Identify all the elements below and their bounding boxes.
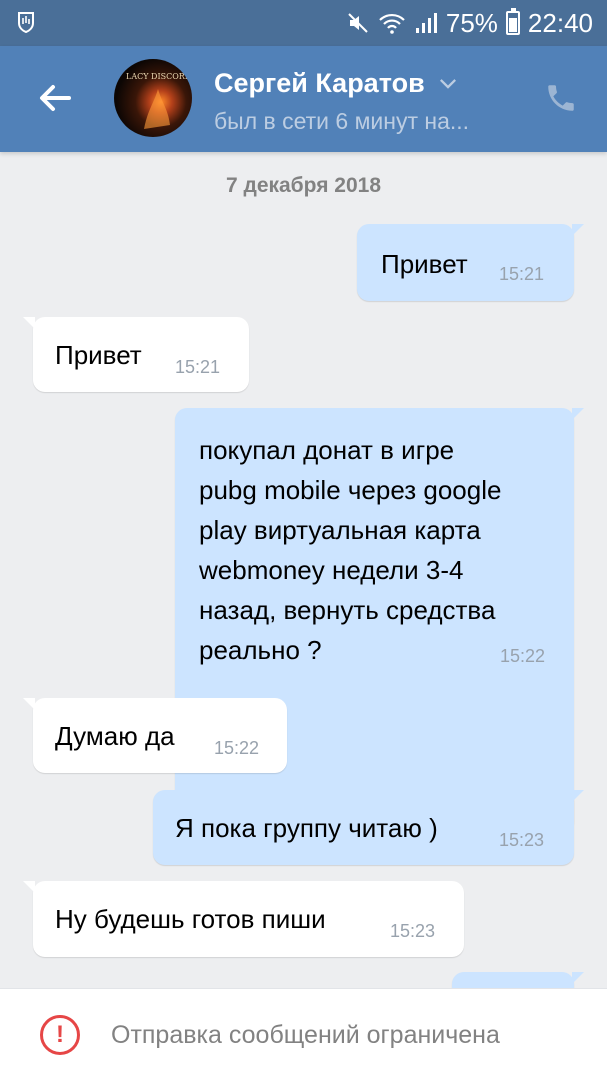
mute-icon [348,13,368,33]
message-incoming[interactable]: Думаю да 15:22 [23,698,287,773]
back-arrow-icon [40,85,71,111]
avatar-logo-text: LACY DISCORD [126,72,191,81]
chevron-down-icon [439,79,456,89]
battery-percent: 75% [445,7,498,38]
restricted-message: Отправка сообщений ограничена [111,1021,500,1049]
message-time: 15:21 [175,357,221,377]
message-outgoing[interactable]: Я пока группу читаю ) 15:23 [153,790,584,865]
message-text: Привет [55,340,142,370]
contact-name[interactable]: Сергей Каратов [214,68,457,99]
message-list[interactable]: 7 декабря 2018 Привет 15:21 Привет 15:21… [0,152,607,988]
warning-icon: ! [40,1015,80,1055]
last-seen-status: был в сети 6 минут на... [214,108,470,134]
message-line: webmoney недели 3-4 [199,555,464,585]
message-line: реально ? [199,635,322,665]
message-line: play виртуальная карта [199,515,481,545]
date-separator: 7 декабря 2018 [225,174,382,197]
battery-icon [505,8,520,35]
message-text: покупал донат в игре pubg mobile через g… [199,430,501,670]
message-time: 15:22 [214,738,260,758]
input-restricted-bar: ! Отправка сообщений ограничена [0,988,607,1080]
message-time: 15:22 [500,646,546,666]
avatar[interactable]: LACY DISCORD [114,59,192,137]
message-time: 15:23 [499,830,545,850]
message-line: pubg mobile через google [199,475,502,505]
message-text: Ну будешь готов пиши [55,904,326,934]
message-text: Привет [381,249,468,279]
message-text: Я пока группу читаю ) [175,813,438,843]
message-outgoing[interactable]: Привет 15:21 [357,224,584,301]
back-button[interactable] [30,76,80,120]
message-time: 15:23 [390,921,436,941]
clock: 22:40 [527,7,593,38]
signal-icon [415,13,437,33]
message-time: 15:21 [499,264,545,284]
phone-icon [548,85,574,111]
call-button[interactable] [539,76,583,120]
message-incoming[interactable]: Ну будешь готов пиши 15:23 [23,881,464,957]
wifi-icon [379,13,405,34]
status-bar: 75% 22:40 [0,0,607,46]
contact-name-label: Сергей Каратов [214,68,425,98]
message-line: назад, вернуть средства [199,595,496,625]
status-icons: 75% 22:40 [346,6,593,40]
message-line: покупал донат в игре [199,435,455,465]
conversation-header: LACY DISCORD Сергей Каратов был в сети 6… [0,46,607,152]
message-incoming[interactable]: Привет 15:21 [23,317,249,392]
message-outgoing-partial[interactable] [452,972,584,988]
hand-notification-icon [14,10,38,34]
message-text: Думаю да [55,721,175,751]
